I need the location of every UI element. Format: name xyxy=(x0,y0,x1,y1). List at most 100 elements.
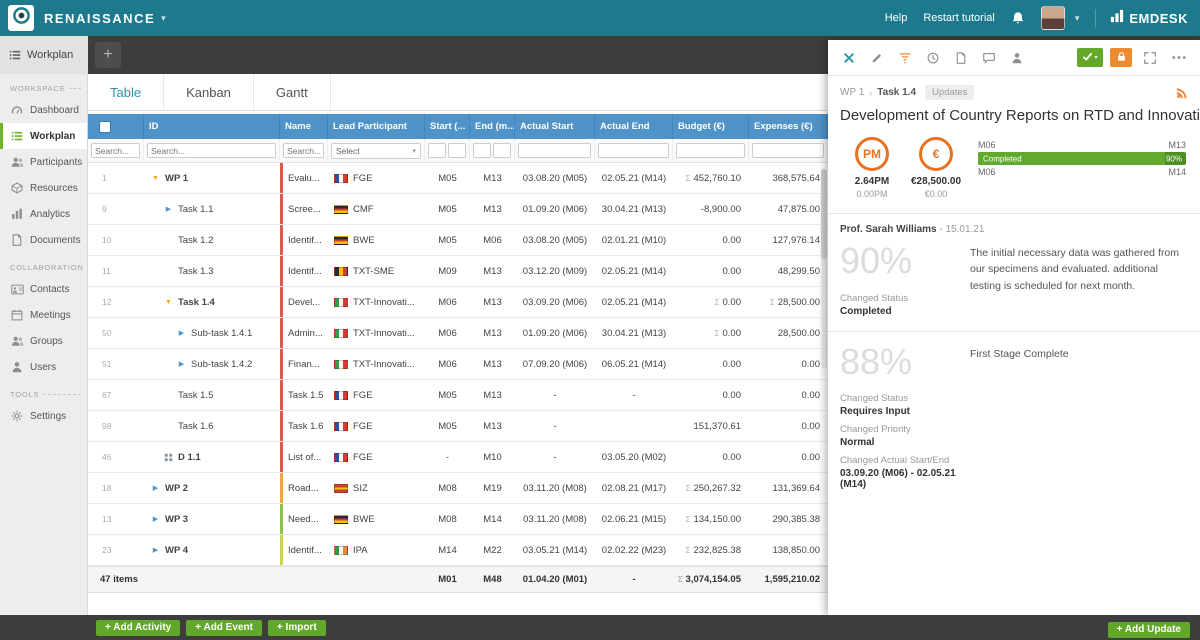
close-panel-icon[interactable] xyxy=(838,47,860,69)
notifications-bell-icon[interactable] xyxy=(1011,11,1025,25)
cell-budget: Σ232,825.38 xyxy=(673,535,749,565)
sidebar-item-settings[interactable]: Settings xyxy=(0,403,87,429)
tab-kanban[interactable]: Kanban xyxy=(164,74,254,110)
expand-panel-icon[interactable] xyxy=(1139,47,1161,69)
sidebar-item-resources[interactable]: Resources xyxy=(0,175,87,201)
tab-table[interactable]: Table xyxy=(88,74,164,110)
avatar[interactable] xyxy=(1041,6,1065,30)
breadcrumb-task[interactable]: Task 1.4 xyxy=(877,87,916,98)
table-row[interactable]: 18▶WP 2Road...SIZM08M1903.11.20 (M08)02.… xyxy=(88,473,828,504)
add-activity-button[interactable]: + Add Activity xyxy=(96,620,180,636)
expenses-value: 138,850.00 xyxy=(772,545,820,556)
collapse-icon[interactable]: ▼ xyxy=(163,299,174,306)
breadcrumb-wp[interactable]: WP 1 xyxy=(840,87,864,98)
comments-chat-icon[interactable] xyxy=(978,47,1000,69)
sort-filter-icon[interactable] xyxy=(894,47,916,69)
table-row[interactable]: 9▶Task 1.1Scree...CMFM05M1301.09.20 (M06… xyxy=(88,194,828,225)
cell-actual-start: 03.11.20 (M08) xyxy=(515,473,595,503)
header-name[interactable]: Name xyxy=(280,114,328,139)
end-max-filter[interactable] xyxy=(493,143,511,158)
items-count: 47 items xyxy=(88,567,280,592)
search-input[interactable] xyxy=(91,143,140,158)
update-item: Prof. Sarah Williams - 15.01.2190%Change… xyxy=(828,214,1200,323)
header-start[interactable]: Start (... xyxy=(425,114,470,139)
header-id[interactable]: ID xyxy=(144,114,280,139)
actual-start-filter[interactable] xyxy=(518,143,591,158)
table-row[interactable]: 10Task 1.2Identif...BWEM05M0603.08.20 (M… xyxy=(88,225,828,256)
sidebar-item-users[interactable]: Users xyxy=(0,354,87,380)
sum-icon: Σ xyxy=(715,329,720,338)
expenses-filter[interactable] xyxy=(752,143,824,158)
expenses-value: 28,500.00 xyxy=(778,328,820,339)
assignee-person-icon[interactable] xyxy=(1006,47,1028,69)
table-row[interactable]: 13▶WP 3Need...BWEM08M1403.11.20 (M08)02.… xyxy=(88,504,828,535)
edit-pencil-icon[interactable] xyxy=(866,47,888,69)
table-scrollbar[interactable] xyxy=(821,169,827,369)
project-caret-icon[interactable]: ▾ xyxy=(161,13,166,24)
table-row[interactable]: 51▶Sub-task 1.4.2Finan...TXT-Innovati...… xyxy=(88,349,828,380)
end-min-filter[interactable] xyxy=(473,143,491,158)
app-logo[interactable] xyxy=(8,5,34,31)
header-actual-start[interactable]: Actual Start xyxy=(515,114,595,139)
header-end[interactable]: End (m... xyxy=(470,114,515,139)
participant-filter-select[interactable]: Select ▾ xyxy=(331,143,421,159)
table-row[interactable]: 67Task 1.5Task 1.5FGEM05M13--0.000.00 xyxy=(88,380,828,411)
expand-icon[interactable]: ▶ xyxy=(176,360,187,368)
budget-filter[interactable] xyxy=(676,143,745,158)
sidebar-item-contacts[interactable]: Contacts xyxy=(0,276,87,302)
collapse-icon[interactable]: ▼ xyxy=(150,175,161,182)
rss-icon[interactable] xyxy=(1176,87,1188,99)
import-button[interactable]: + Import xyxy=(268,620,326,636)
start-max-filter[interactable] xyxy=(448,143,466,158)
expand-icon[interactable]: ▶ xyxy=(150,515,161,523)
expand-icon[interactable]: ▶ xyxy=(150,546,161,554)
user-menu[interactable]: ▾ xyxy=(1041,6,1080,30)
expenses-value: 290,385.38 xyxy=(772,514,820,525)
cell-actual-end: 06.05.21 (M14) xyxy=(595,349,673,379)
sidebar-item-dashboard[interactable]: Dashboard xyxy=(0,97,87,123)
lock-button[interactable] xyxy=(1110,48,1132,67)
workplan-window-tab[interactable]: Workplan xyxy=(0,36,88,74)
add-event-button[interactable]: + Add Event xyxy=(186,620,262,636)
expand-icon[interactable]: ▶ xyxy=(176,329,187,337)
sidebar-item-documents[interactable]: Documents xyxy=(0,227,87,253)
select-all-checkbox[interactable] xyxy=(99,121,111,133)
sidebar-item-groups[interactable]: Groups xyxy=(0,328,87,354)
cell-id: Task 1.6 xyxy=(144,411,280,441)
project-name[interactable]: RENAISSANCE xyxy=(44,11,155,26)
table-row[interactable]: 12▼Task 1.4Devel...TXT-Innovati...M06M13… xyxy=(88,287,828,318)
table-row[interactable]: 98Task 1.6Task 1.6FGEM05M13-151,370.610.… xyxy=(88,411,828,442)
header-expenses[interactable]: Expenses (€) xyxy=(749,114,828,139)
add-update-button[interactable]: + Add Update xyxy=(1108,622,1190,638)
expand-icon[interactable]: ▶ xyxy=(163,205,174,213)
restart-tutorial-link[interactable]: Restart tutorial xyxy=(923,12,995,24)
cell-name: Devel... xyxy=(280,287,328,317)
header-actual-end[interactable]: Actual End xyxy=(595,114,673,139)
table-row[interactable]: 50▶Sub-task 1.4.1Admin...TXT-Innovati...… xyxy=(88,318,828,349)
table-row[interactable]: 11Task 1.3Identif...TXT-SMEM09M1303.12.2… xyxy=(88,256,828,287)
history-clock-icon[interactable] xyxy=(922,47,944,69)
deliverable-grid-icon[interactable] xyxy=(163,453,174,462)
header-lead-participant[interactable]: Lead Participant xyxy=(328,114,425,139)
table-row[interactable]: 23▶WP 4Identif...IPAM14M2203.05.21 (M14)… xyxy=(88,535,828,566)
id-search-input[interactable] xyxy=(147,143,276,158)
cell-end: M13 xyxy=(470,256,515,286)
sidebar-item-participants[interactable]: Participants xyxy=(0,149,87,175)
documents-file-icon[interactable] xyxy=(950,47,972,69)
name-search-input[interactable] xyxy=(283,143,324,158)
start-min-filter[interactable] xyxy=(428,143,446,158)
more-options-icon[interactable] xyxy=(1168,47,1190,69)
tab-gantt[interactable]: Gantt xyxy=(254,74,331,110)
table-row[interactable]: 46D 1.1List of...FGE-M10-03.05.20 (M02)0… xyxy=(88,442,828,473)
table-row[interactable]: 1▼WP 1Evalu...FGEM05M1303.08.20 (M05)02.… xyxy=(88,163,828,194)
help-link[interactable]: Help xyxy=(885,12,908,24)
updates-tab-badge[interactable]: Updates xyxy=(925,85,974,100)
add-tab-button[interactable]: + xyxy=(95,42,121,68)
sidebar-item-analytics[interactable]: Analytics xyxy=(0,201,87,227)
expand-icon[interactable]: ▶ xyxy=(150,484,161,492)
header-budget[interactable]: Budget (€) xyxy=(673,114,749,139)
sidebar-item-workplan[interactable]: Workplan xyxy=(0,123,87,149)
complete-check-button[interactable]: ▾ xyxy=(1077,48,1103,67)
sidebar-item-meetings[interactable]: Meetings xyxy=(0,302,87,328)
actual-end-filter[interactable] xyxy=(598,143,669,158)
